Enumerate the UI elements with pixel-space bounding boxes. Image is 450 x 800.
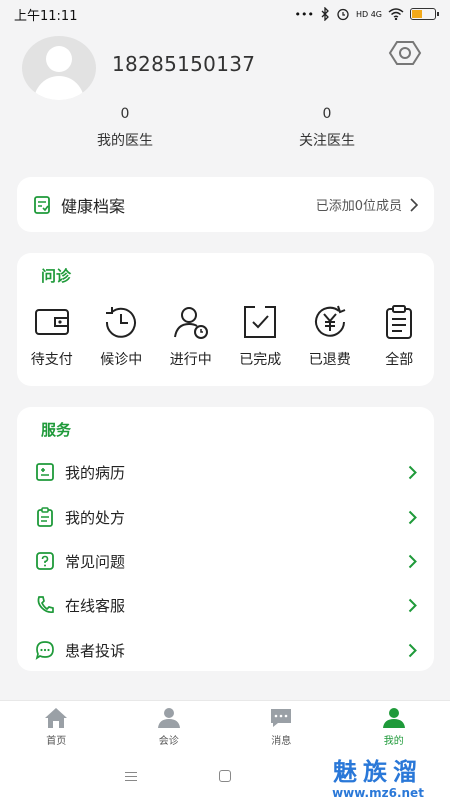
health-record-title: 健康档案 xyxy=(61,196,126,216)
menu-icon[interactable] xyxy=(125,772,137,784)
consult-label: 全部 xyxy=(385,352,414,368)
network-label: HD 4G xyxy=(355,9,382,19)
refund-icon xyxy=(314,305,346,337)
bottom-tab-bar: 首页 会诊 消息 我的 xyxy=(0,700,450,752)
tab-home[interactable]: 首页 xyxy=(0,701,113,752)
stat-value: 0 xyxy=(120,106,130,122)
service-medical-record[interactable]: 我的病历 xyxy=(35,450,417,494)
consult-label: 进行中 xyxy=(169,352,212,368)
watermark-url: www.mz6.net xyxy=(332,786,424,800)
consult-label: 已退费 xyxy=(308,352,351,368)
consult-waiting[interactable]: 候诊中 xyxy=(87,303,157,369)
prescription-icon xyxy=(37,507,53,527)
user-progress-icon xyxy=(173,307,208,339)
service-label: 我的病历 xyxy=(65,463,126,482)
tab-profile[interactable]: 我的 xyxy=(338,701,450,752)
service-label: 我的处方 xyxy=(65,508,126,527)
chevron-right-icon xyxy=(410,197,418,212)
health-record-card[interactable]: 健康档案 已添加0位成员 xyxy=(17,177,434,232)
home-button-icon[interactable] xyxy=(219,770,231,782)
consult-pending-payment[interactable]: 待支付 xyxy=(17,303,87,369)
service-faq[interactable]: 常见问题 xyxy=(35,539,417,583)
chevron-right-icon xyxy=(408,465,417,479)
wifi-icon xyxy=(388,8,404,20)
chevron-right-icon xyxy=(408,554,417,568)
health-record-icon xyxy=(34,195,50,214)
members-count: 已添加0位成员 xyxy=(315,199,402,214)
tab-label: 我的 xyxy=(383,736,404,747)
phone-icon xyxy=(37,596,54,614)
consult-refunded[interactable]: 已退费 xyxy=(295,303,365,369)
message-icon xyxy=(271,709,292,727)
stat-my-doctors[interactable]: 0 我的医生 xyxy=(55,106,195,150)
user-phone: 18285150137 xyxy=(112,52,256,76)
watermark: 魅族溜 www.mz6.net xyxy=(308,758,448,800)
service-complaint[interactable]: 患者投诉 xyxy=(35,628,417,672)
tab-label: 会诊 xyxy=(158,736,179,747)
clipboard-icon xyxy=(386,305,413,339)
consultation-title: 问诊 xyxy=(41,267,72,285)
wallet-icon xyxy=(34,309,69,335)
tab-label: 消息 xyxy=(271,736,292,747)
service-prescription[interactable]: 我的处方 xyxy=(35,495,417,539)
chevron-right-icon xyxy=(408,643,417,657)
stat-value: 0 xyxy=(322,106,332,122)
service-label: 在线客服 xyxy=(65,596,126,615)
stat-followed-doctors[interactable]: 0 关注医生 xyxy=(257,106,397,150)
service-title: 服务 xyxy=(41,421,72,439)
consult-icon xyxy=(157,708,180,728)
home-icon xyxy=(45,708,68,728)
consult-label: 待支付 xyxy=(30,352,73,368)
medical-record-icon xyxy=(36,463,54,481)
service-label: 患者投诉 xyxy=(65,641,126,660)
profile-header: 18285150137 0 我的医生 0 关注医生 xyxy=(0,30,450,160)
status-icons: ••• HD 4G xyxy=(294,7,439,21)
consult-all[interactable]: 全部 xyxy=(365,303,435,369)
alarm-icon xyxy=(337,8,349,21)
status-time: 上午11:11 xyxy=(14,8,78,24)
profile-icon xyxy=(382,708,405,728)
question-icon xyxy=(36,552,54,570)
notification-dots: ••• xyxy=(294,7,314,21)
consult-completed[interactable]: 已完成 xyxy=(226,303,296,369)
service-online-support[interactable]: 在线客服 xyxy=(35,583,417,627)
service-label: 常见问题 xyxy=(65,552,126,571)
service-card: 服务 我的病历 我的处方 常见问题 在线客服 患者投诉 xyxy=(17,407,434,671)
consultation-card: 问诊 待支付 候诊中 进行中 已完成 已退费 全部 xyxy=(17,253,434,386)
stat-label: 我的医生 xyxy=(97,133,153,149)
avatar[interactable] xyxy=(22,36,96,100)
status-bar: 上午11:11 ••• HD 4G xyxy=(0,0,450,28)
chevron-right-icon xyxy=(408,598,417,612)
tab-consultation[interactable]: 会诊 xyxy=(113,701,226,752)
chat-icon xyxy=(35,641,54,660)
chevron-right-icon xyxy=(408,510,417,524)
stat-label: 关注医生 xyxy=(299,133,355,149)
clock-icon xyxy=(106,307,137,338)
check-box-icon xyxy=(244,306,277,338)
consult-label: 已完成 xyxy=(239,352,282,368)
settings-icon[interactable] xyxy=(388,40,422,66)
consult-label: 候诊中 xyxy=(100,352,143,368)
consult-in-progress[interactable]: 进行中 xyxy=(156,303,226,369)
tab-messages[interactable]: 消息 xyxy=(225,701,338,752)
watermark-brand: 魅族溜 xyxy=(333,758,423,786)
bluetooth-icon xyxy=(321,7,329,21)
battery-icon xyxy=(410,8,439,20)
tab-label: 首页 xyxy=(46,736,67,747)
